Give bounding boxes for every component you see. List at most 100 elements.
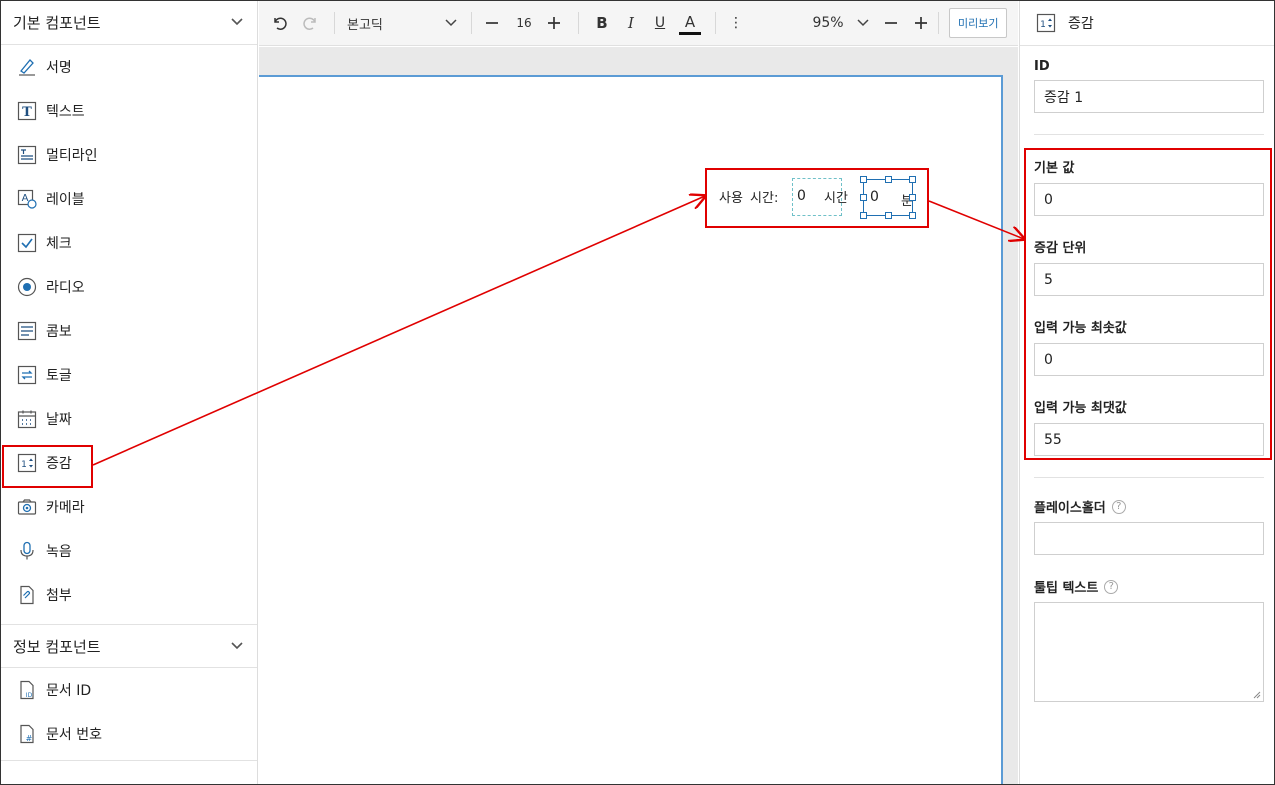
minus-icon: [885, 22, 897, 24]
annotation-box-canvas-field: [705, 168, 929, 228]
component-item-toggle[interactable]: 토글: [1, 353, 257, 397]
component-item-label: 체크: [46, 236, 72, 252]
editor-toolbar: 본고딕 16 B I U A ⋮ 95% 미리보기: [259, 1, 1018, 46]
component-item-label: 레이블: [46, 192, 85, 208]
component-item-doc-id[interactable]: ID 문서 ID: [1, 668, 257, 712]
component-item-label: 녹음: [46, 544, 72, 560]
chevron-down-icon[interactable]: [856, 8, 870, 38]
help-icon[interactable]: ?: [1111, 499, 1126, 514]
annotation-box-stepper-item: [2, 445, 93, 488]
toggle-icon: [17, 365, 37, 385]
component-item-label: 콤보: [46, 324, 72, 340]
combo-icon: [17, 321, 37, 341]
component-item-record[interactable]: 녹음: [1, 529, 257, 573]
camera-icon: [17, 497, 37, 517]
resize-grip-icon[interactable]: [1252, 690, 1261, 699]
component-item-label: 문서 번호: [46, 727, 102, 743]
zoom-in-button[interactable]: [912, 8, 930, 38]
basic-components-header[interactable]: 기본 컴포넌트: [1, 1, 257, 45]
component-item-combo[interactable]: 콤보: [1, 309, 257, 353]
component-item-camera[interactable]: 카메라: [1, 485, 257, 529]
svg-text:A: A: [22, 193, 29, 204]
component-item-label: 라디오: [46, 280, 85, 296]
component-item-label: 서명: [46, 60, 72, 76]
plus-icon: [548, 17, 560, 29]
font-family-value: 본고딕: [347, 17, 383, 33]
tooltip-label: 툴팁 텍스트: [1034, 581, 1099, 596]
section-divider: [1034, 477, 1264, 478]
font-size-increase-button[interactable]: [544, 8, 564, 38]
component-item-label: 토글: [46, 368, 72, 384]
properties-header: 1 증감: [1020, 1, 1274, 46]
stepper-icon: 1: [1036, 13, 1056, 33]
component-item-multiline[interactable]: 멀티라인: [1, 133, 257, 177]
more-options-button[interactable]: ⋮: [728, 8, 744, 38]
underline-button[interactable]: U: [649, 8, 671, 38]
id-label: ID: [1034, 59, 1050, 74]
component-item-label: 첨부: [46, 588, 72, 604]
placeholder-input[interactable]: [1034, 522, 1264, 555]
chevron-down-icon[interactable]: [231, 639, 243, 654]
tooltip-textarea[interactable]: [1034, 602, 1264, 702]
component-item-label: 날짜: [46, 412, 72, 428]
toolbar-divider: [578, 12, 579, 34]
component-item-date[interactable]: 날짜: [1, 397, 257, 441]
component-item-label: 텍스트: [46, 104, 85, 120]
toolbar-divider: [938, 12, 939, 34]
plus-icon: [915, 17, 927, 29]
chevron-down-icon: [445, 19, 457, 27]
info-components-list: ID 문서 ID # 문서 번호: [1, 668, 257, 761]
component-item-label: 문서 ID: [46, 683, 92, 699]
info-components-header[interactable]: 정보 컴포넌트: [1, 624, 257, 668]
tooltip-label-row: 툴팁 텍스트 ?: [1020, 577, 1274, 596]
app-window: 기본 컴포넌트 서명 T 텍스트 멀티라인 A 레이블 체크 라디오 콤보 토글…: [0, 0, 1275, 785]
svg-text:#: #: [26, 734, 33, 743]
info-components-title: 정보 컴포넌트: [13, 637, 101, 656]
component-item-doc-number[interactable]: # 문서 번호: [1, 712, 257, 756]
component-item-label: 카메라: [46, 500, 85, 516]
chevron-down-icon[interactable]: [231, 15, 243, 30]
component-item-attach[interactable]: 첨부: [1, 573, 257, 617]
font-size-decrease-button[interactable]: [482, 8, 502, 38]
multiline-icon: [17, 145, 37, 165]
component-item-text[interactable]: T 텍스트: [1, 89, 257, 133]
text-color-button[interactable]: A: [679, 11, 701, 35]
check-icon: [17, 233, 37, 253]
undo-icon[interactable]: [269, 8, 289, 38]
svg-text:ID: ID: [26, 692, 33, 699]
component-item-check[interactable]: 체크: [1, 221, 257, 265]
component-item-label: 멀티라인: [46, 148, 98, 164]
minus-icon: [486, 22, 498, 24]
section-divider: [1034, 134, 1264, 135]
basic-components-list: 서명 T 텍스트 멀티라인 A 레이블 체크 라디오 콤보 토글 날짜 1 증감…: [1, 45, 257, 617]
id-input[interactable]: 증감 1: [1034, 80, 1264, 113]
component-item-radio[interactable]: 라디오: [1, 265, 257, 309]
font-size-value[interactable]: 16: [510, 8, 538, 38]
zoom-out-button[interactable]: [882, 8, 900, 38]
zoom-level[interactable]: 95%: [808, 8, 848, 38]
basic-components-title: 기본 컴포넌트: [13, 14, 101, 32]
component-panel: 기본 컴포넌트 서명 T 텍스트 멀티라인 A 레이블 체크 라디오 콤보 토글…: [1, 1, 258, 784]
placeholder-label-row: 플레이스홀더 ?: [1020, 497, 1274, 516]
toolbar-divider: [715, 12, 716, 34]
mic-icon: [17, 541, 37, 561]
redo-icon[interactable]: [301, 8, 321, 38]
canvas-area[interactable]: 사용 시간: 0 시간 0 분: [259, 47, 1018, 784]
attach-icon: [17, 585, 37, 605]
font-family-select[interactable]: 본고딕: [335, 8, 463, 38]
radio-icon: [17, 277, 37, 297]
bold-button[interactable]: B: [591, 8, 613, 38]
pen-icon: [17, 57, 37, 77]
component-item-signature[interactable]: 서명: [1, 45, 257, 89]
toolbar-divider: [471, 12, 472, 34]
text-t-icon: T: [17, 101, 37, 121]
help-icon[interactable]: ?: [1104, 579, 1119, 594]
properties-title: 증감: [1068, 16, 1094, 32]
component-item-label-comp[interactable]: A 레이블: [1, 177, 257, 221]
preview-button[interactable]: 미리보기: [949, 8, 1008, 38]
doc-number-icon: #: [17, 724, 37, 744]
svg-text:T: T: [22, 105, 32, 120]
italic-button[interactable]: I: [620, 8, 642, 38]
annotation-box-properties: [1024, 148, 1272, 460]
placeholder-label: 플레이스홀더: [1034, 501, 1106, 516]
